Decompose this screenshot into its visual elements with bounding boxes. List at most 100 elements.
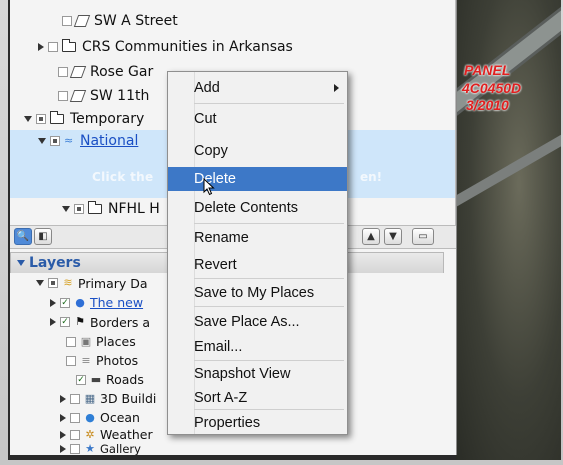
polygon-icon [69,90,87,102]
menu-item-delete-contents[interactable]: Delete Contents [168,196,347,220]
expand-arrow-icon[interactable] [38,43,44,51]
roads-icon: ▬ [90,372,102,386]
checkbox[interactable] [66,336,76,347]
expand-arrow-icon[interactable] [50,318,56,326]
expand-arrow-icon[interactable] [60,445,66,453]
checkbox[interactable] [66,355,76,366]
link-icon: ≈ [64,134,74,147]
context-menu: Add Cut Copy Delete Delete Contents Rena… [167,71,348,435]
checkbox[interactable] [70,393,80,404]
collapse-arrow-icon[interactable] [17,260,25,266]
checkbox[interactable]: ✓ [60,317,70,327]
menu-item-copy[interactable]: Copy [168,139,347,163]
menu-item-label: Properties [194,415,261,431]
checkbox[interactable] [50,136,60,146]
folder-icon [50,111,64,124]
menu-item-cut[interactable]: Cut [168,107,347,131]
menu-separator [194,103,344,104]
layer-item-label: Places [96,334,136,349]
polygon-icon [69,66,87,78]
menu-item-save-to-my-places[interactable]: Save to My Places [168,281,347,305]
menu-separator [194,223,344,224]
menu-separator [194,278,344,279]
checkbox[interactable] [36,114,46,124]
collapse-arrow-icon[interactable] [62,206,70,212]
checkbox[interactable]: ✓ [60,297,70,308]
tree-item[interactable]: CRS Communities in Arkansas [10,36,456,58]
menu-item-label: Cut [194,111,217,127]
mouse-cursor-icon [203,178,215,196]
expand-arrow-icon[interactable] [60,413,66,422]
checkbox[interactable] [70,412,80,423]
photos-icon: ≡ [81,353,91,367]
tree-item-label: NFHL H [108,201,160,217]
places-scrollbar[interactable] [455,0,456,225]
menu-item-properties[interactable]: Properties [168,411,347,435]
layer-item[interactable]: ★ Gallery [10,442,456,455]
collapse-arrow-icon[interactable] [38,138,46,144]
menu-item-add[interactable]: Add [168,76,347,100]
collapse-arrow-icon[interactable] [24,116,32,122]
layer-item-label: Ocean [100,410,140,425]
menu-item-label: Revert [194,257,237,273]
map-view[interactable]: PANEL 4C0450D 3/2010 [456,0,561,460]
expand-arrow-icon[interactable] [60,394,66,403]
gallery-icon: ★ [85,442,95,455]
layer-item-label: Photos [96,353,139,368]
expand-arrow-icon[interactable] [60,430,66,439]
layers-title: Layers [29,255,81,271]
map-road-secondary [456,100,561,210]
flag-icon: ⚑ [75,315,85,328]
menu-item-save-place-as[interactable]: Save Place As... [168,310,347,334]
move-down-icon[interactable]: ▼ [384,228,402,245]
move-up-icon[interactable]: ▲ [362,228,380,245]
checkbox[interactable] [70,429,80,440]
menu-item-label: Save Place As... [194,314,300,330]
expand-arrow-icon[interactable] [50,298,56,307]
layer-item-label: Roads [106,372,144,387]
menu-item-revert[interactable]: Revert [168,253,347,277]
checkbox[interactable] [74,204,84,214]
checkbox[interactable] [48,42,58,52]
menu-item-snapshot-view[interactable]: Snapshot View [168,362,347,386]
menu-item-label: Add [194,80,220,96]
polygon-icon [73,15,91,27]
checkbox[interactable] [58,91,68,101]
menu-item-sort-a-z[interactable]: Sort A-Z [168,386,347,410]
layer-item-label: Primary Da [78,275,148,291]
layers-icon: ≋ [63,276,73,289]
tree-item[interactable]: SW A Street [10,10,456,32]
folder-options-icon[interactable]: ▭ [412,228,434,245]
map-label-panel-number: 4C0450D [462,80,522,96]
checkbox[interactable]: ✓ [76,374,86,385]
search-icon[interactable]: 🔍 [14,228,32,245]
layer-item-label: 3D Buildi [100,391,157,406]
menu-item-email[interactable]: Email... [168,335,347,359]
panel-toggle-icon[interactable]: ◧ [34,228,52,245]
checkbox[interactable] [62,16,72,26]
layer-item-label: Gallery [100,442,141,455]
menu-separator [194,409,344,410]
checkbox[interactable] [48,278,58,288]
menu-item-label: Email... [194,339,243,355]
submenu-arrow-icon [334,84,339,92]
menu-item-delete[interactable]: Delete [168,167,347,191]
menu-item-label: Copy [194,143,228,159]
weather-icon: ✲ [85,427,95,441]
tree-item-label[interactable]: National [80,133,138,149]
layer-item-label[interactable]: The new [90,295,143,310]
checkbox[interactable] [58,67,68,77]
menu-item-label: Delete Contents [194,200,298,216]
menu-item-rename[interactable]: Rename [168,226,347,250]
menu-item-label: Sort A-Z [194,390,248,406]
folder-icon [62,39,76,52]
places-icon: ▣ [80,334,92,348]
menu-item-label: Save to My Places [194,285,315,301]
tree-item-label: SW 11th [90,88,150,104]
checkbox[interactable] [70,444,80,454]
collapse-arrow-icon[interactable] [36,280,44,286]
tree-item-label: Temporary [70,111,145,127]
map-label-date: 3/2010 [466,97,509,113]
tree-item-label: Rose Gar [90,64,154,80]
globe-icon: ● [75,295,85,309]
